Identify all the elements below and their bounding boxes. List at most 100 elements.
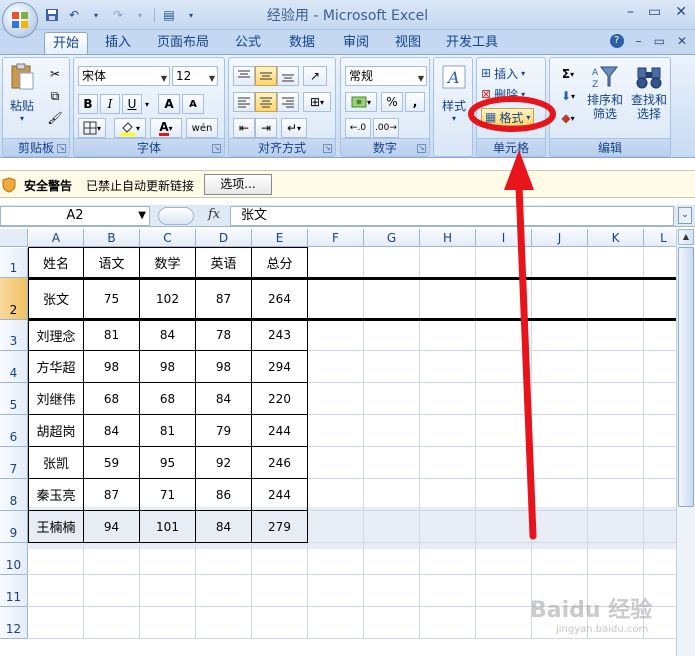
row-header-4[interactable]: 4 [0, 351, 28, 383]
styles-dropdown-icon[interactable]: ▾ [436, 114, 472, 123]
data-cell[interactable]: 92 [196, 447, 252, 479]
align-left-icon[interactable] [233, 92, 255, 112]
empty-cell[interactable] [532, 383, 588, 415]
empty-cell[interactable] [308, 543, 364, 575]
empty-cell[interactable] [476, 607, 532, 639]
empty-cell[interactable] [532, 415, 588, 447]
empty-cell[interactable] [84, 607, 140, 639]
column-header-g[interactable]: G [364, 229, 420, 247]
increase-indent-icon[interactable]: ⇥ [255, 118, 277, 138]
close-icon[interactable]: ✕ [675, 4, 687, 20]
data-cell[interactable]: 75 [84, 278, 140, 320]
fill-button[interactable]: ⬇ ▾ [554, 86, 582, 106]
empty-cell[interactable] [588, 320, 644, 351]
empty-cell[interactable] [364, 351, 420, 383]
data-cell[interactable]: 84 [196, 383, 252, 415]
empty-cell[interactable] [420, 415, 476, 447]
column-header-d[interactable]: D [196, 229, 252, 247]
data-cell[interactable]: 94 [84, 511, 140, 543]
empty-cell[interactable] [140, 607, 196, 639]
data-cell[interactable]: 81 [140, 415, 196, 447]
delete-cells-button[interactable]: ⊠ 删除 ▾ [481, 85, 525, 103]
shrink-font-button[interactable]: A [182, 94, 204, 114]
empty-cell[interactable] [420, 575, 476, 607]
merge-center-icon[interactable]: ⊞ ▾ [303, 92, 331, 112]
scroll-up-icon[interactable]: ▲ [678, 229, 694, 245]
autosum-button[interactable]: Σ ▾ [554, 64, 582, 84]
empty-cell[interactable] [476, 511, 532, 543]
paste-dropdown-icon[interactable]: ▾ [5, 114, 39, 123]
empty-cell[interactable] [644, 248, 676, 278]
vertical-scrollbar[interactable]: ▲ [676, 229, 695, 656]
data-cell[interactable]: 246 [252, 447, 308, 479]
data-cell[interactable]: 98 [196, 351, 252, 383]
empty-cell[interactable] [364, 511, 420, 543]
column-header-b[interactable]: B [84, 229, 140, 247]
empty-cell[interactable] [644, 415, 676, 447]
data-cell[interactable]: 王楠楠 [28, 511, 84, 543]
sort-filter-button[interactable]: A Z 排序和 筛选 [584, 64, 626, 121]
empty-cell[interactable] [29, 575, 84, 607]
alignment-launcher-icon[interactable]: ↘ [323, 144, 332, 153]
empty-cell[interactable] [308, 607, 364, 639]
data-cell[interactable]: 220 [252, 383, 308, 415]
data-cell[interactable]: 刘继伟 [28, 383, 84, 415]
data-cell[interactable]: 243 [252, 320, 308, 351]
data-cell[interactable]: 294 [252, 351, 308, 383]
font-name-dropdown-icon[interactable]: ▼ [161, 70, 167, 88]
data-cell[interactable]: 98 [140, 351, 196, 383]
data-cell[interactable]: 81 [84, 320, 140, 351]
styles-button[interactable]: A 样式 ▾ [436, 64, 472, 123]
empty-cell[interactable] [420, 511, 476, 543]
column-header-j[interactable]: J [532, 229, 588, 247]
number-format-dropdown-icon[interactable]: ▼ [418, 70, 424, 88]
empty-cell[interactable] [588, 248, 644, 278]
empty-cell[interactable] [29, 543, 84, 575]
comma-button[interactable]: , [405, 92, 425, 112]
cut-icon[interactable]: ✂ [45, 64, 65, 84]
copy-icon[interactable]: ⧉ [45, 86, 65, 106]
row-header-1[interactable]: 1 [0, 248, 28, 278]
insert-dropdown-icon[interactable]: ▾ [521, 69, 525, 78]
empty-cell[interactable] [476, 447, 532, 479]
empty-cell[interactable] [476, 248, 532, 278]
borders-button[interactable]: ▾ [78, 118, 106, 138]
empty-cell[interactable] [476, 543, 532, 575]
name-box-dropdown-icon[interactable]: ▼ [138, 207, 146, 225]
empty-cell[interactable] [308, 351, 364, 383]
ribbon-restore-icon[interactable]: ▭ [654, 34, 665, 48]
empty-cell[interactable] [308, 383, 364, 415]
empty-cell[interactable] [420, 607, 476, 639]
empty-cell[interactable] [140, 575, 196, 607]
clipboard-launcher-icon[interactable]: ↘ [57, 144, 66, 153]
data-cell[interactable]: 87 [196, 278, 252, 320]
row-header-5[interactable]: 5 [0, 383, 28, 415]
data-cell[interactable]: 87 [84, 479, 140, 511]
empty-cell[interactable] [532, 511, 588, 543]
data-cell[interactable]: 84 [84, 415, 140, 447]
empty-cell[interactable] [644, 479, 676, 511]
data-cell[interactable]: 68 [84, 383, 140, 415]
font-size-dropdown-icon[interactable]: ▼ [209, 70, 215, 88]
empty-cell[interactable] [420, 278, 476, 320]
column-header-i[interactable]: I [476, 229, 532, 247]
empty-cell[interactable] [420, 383, 476, 415]
data-cell[interactable]: 张凯 [28, 447, 84, 479]
select-all-corner[interactable] [0, 229, 28, 247]
tab-formulas[interactable]: 公式 [228, 32, 268, 54]
data-cell[interactable]: 胡超岗 [28, 415, 84, 447]
empty-cell[interactable] [364, 479, 420, 511]
font-name-combo[interactable]: 宋体 ▼ [78, 66, 170, 86]
row-header-9[interactable]: 9 [0, 511, 28, 543]
data-cell[interactable]: 78 [196, 320, 252, 351]
name-box[interactable]: A2 ▼ [0, 206, 150, 226]
data-cell[interactable]: 244 [252, 415, 308, 447]
office-button[interactable] [2, 2, 38, 38]
empty-cell[interactable] [420, 320, 476, 351]
data-cell[interactable]: 59 [84, 447, 140, 479]
empty-cell[interactable] [308, 278, 364, 320]
empty-cell[interactable] [532, 351, 588, 383]
data-cell[interactable]: 102 [140, 278, 196, 320]
empty-cell[interactable] [140, 543, 196, 575]
row-header-6[interactable]: 6 [0, 415, 28, 447]
